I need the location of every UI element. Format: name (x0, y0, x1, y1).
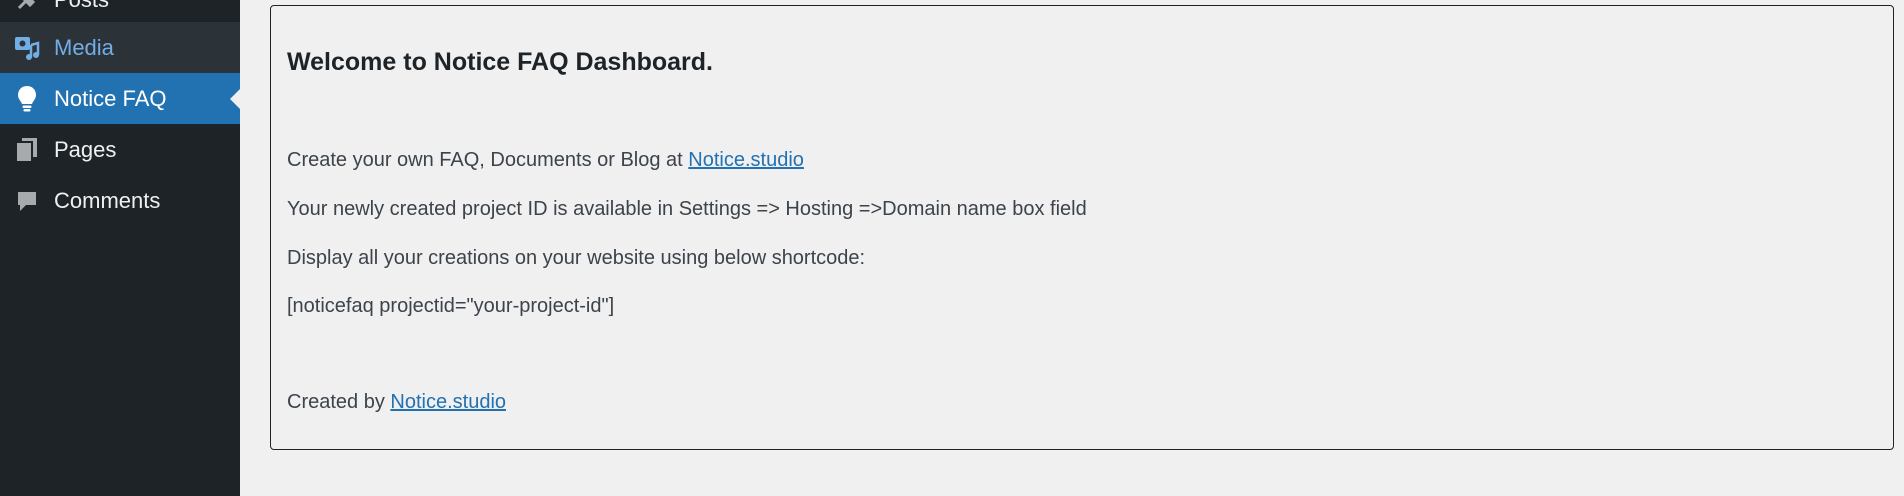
wp-admin-screen: Posts Media No (0, 0, 1904, 496)
media-icon (14, 35, 40, 61)
notice-studio-link[interactable]: Notice.studio (688, 149, 804, 171)
sidebar-item-notice-faq[interactable]: Notice FAQ (0, 73, 240, 124)
intro-text: Create your own FAQ, Documents or Blog a… (287, 149, 804, 172)
sidebar-item-pages[interactable]: Pages (0, 124, 240, 175)
credit-prefix: Created by (287, 391, 391, 413)
comment-icon (14, 188, 40, 214)
shortcode-intro-text: Display all your creations on your websi… (287, 247, 866, 269)
admin-sidebar: Posts Media No (0, 0, 240, 496)
sidebar-item-comments[interactable]: Comments (0, 175, 240, 226)
intro-prefix: Create your own FAQ, Documents or Blog a… (287, 149, 689, 171)
dashboard-panel: Welcome to Notice FAQ Dashboard. Create … (270, 5, 1894, 450)
shortcode-text: [noticefaq projectid="your-project-id"] (287, 295, 615, 317)
active-indicator-arrow (230, 88, 240, 109)
credit-link[interactable]: Notice.studio (390, 391, 506, 413)
pages-icon (14, 137, 40, 163)
project-id-text: Your newly created project ID is availab… (287, 198, 1087, 220)
sidebar-item-label: Media (54, 34, 114, 60)
sidebar-item-label: Notice FAQ (54, 85, 167, 111)
sidebar-item-label: Comments (54, 187, 161, 213)
sidebar-item-label: Pages (54, 136, 117, 162)
page-title: Welcome to Notice FAQ Dashboard. (287, 48, 714, 76)
lightbulb-icon (14, 85, 40, 112)
sidebar-item-media[interactable]: Media (0, 22, 240, 73)
sidebar-item-label: Posts (54, 0, 109, 13)
pin-icon (14, 0, 40, 13)
credit-text: Created by Notice.studio (287, 391, 506, 414)
